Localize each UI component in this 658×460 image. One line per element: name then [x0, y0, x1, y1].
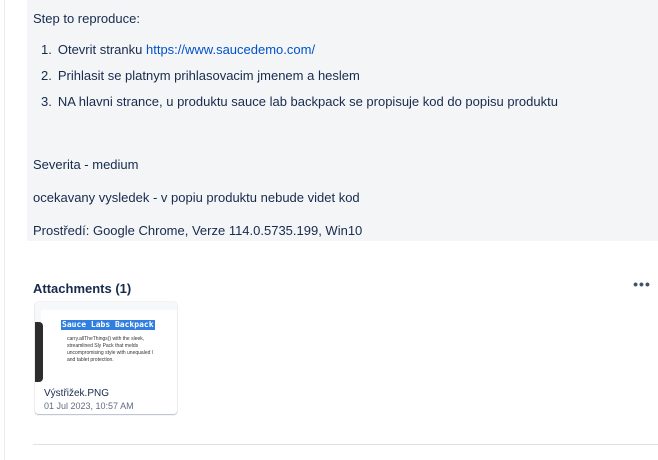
severity-text: Severita - medium — [33, 157, 139, 172]
steps-heading: Step to reproduce: — [33, 11, 140, 26]
thumbnail-line: uncompromising style with unequaled l — [67, 350, 153, 356]
step-1: 1. Otevrit stranku https://www.saucedemo.… — [41, 42, 315, 58]
attachment-card[interactable]: Sauce Labs Backpack carry.allTheThings()… — [35, 302, 177, 414]
left-divider — [4, 0, 5, 460]
thumbnail-line: streamlined Sly Pack that melds — [67, 343, 139, 349]
thumbnail-heading: Sauce Labs Backpack — [61, 320, 155, 330]
step-text: NA hlavni strance, u produktu sauce lab … — [57, 94, 558, 109]
step-number: 1. — [41, 42, 52, 57]
saucedemo-link[interactable]: https://www.saucedemo.com/ — [146, 42, 315, 57]
attachment-file-name: Výstřižek.PNG — [44, 388, 110, 399]
step-2: 2. Prihlasit se platnym prihlasovacim jme… — [41, 68, 360, 84]
attachment-date: 01 Jul 2023, 10:57 AM — [44, 401, 134, 411]
step-text: Prihlasit se platnym prihlasovacim jmene… — [57, 68, 360, 83]
step-number: 3. — [41, 94, 52, 109]
expected-result-text: ocekavany vysledek - v popiu produktu ne… — [33, 190, 360, 205]
step-text: Otevrit stranku — [57, 42, 146, 57]
thumbnail-line: carry.allTheThings() with the sleek, — [67, 336, 145, 342]
thumbnail-line: and tablet protection. — [67, 357, 114, 363]
environment-text: Prostředí: Google Chrome, Verze 114.0.57… — [33, 223, 363, 238]
attachment-thumbnail[interactable]: Sauce Labs Backpack carry.allTheThings()… — [35, 302, 177, 382]
step-number: 2. — [41, 68, 52, 83]
section-divider — [33, 444, 658, 445]
step-3: 3. NA hlavni strance, u produktu sauce la… — [41, 94, 558, 110]
attachments-title: Attachments (1) — [33, 281, 132, 296]
more-horizontal-icon[interactable]: ••• — [632, 277, 652, 294]
issue-detail: Step to reproduce: 1. Otevrit stranku htt… — [0, 0, 658, 460]
thumbnail-product-image — [35, 322, 43, 382]
